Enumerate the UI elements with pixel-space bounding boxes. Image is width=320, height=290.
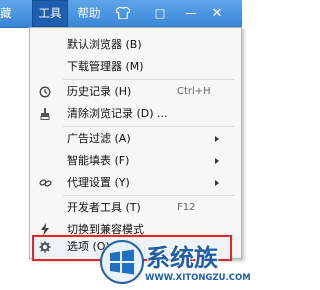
shirt-icon[interactable] <box>113 0 133 27</box>
menu-item-label: 默认浏览器 (B) <box>67 38 142 51</box>
close-icon[interactable]: ✕ <box>207 0 227 27</box>
menu-help[interactable]: 帮助 <box>72 0 106 27</box>
watermark-url: WWW.XITONGZU.COM <box>145 273 251 283</box>
tools-dropdown-menu: 默认浏览器 (B) 下载管理器 (M) 历史记录 (H) Ctrl+H 清除浏览… <box>29 27 242 261</box>
screen: 藏 工具 帮助 □ — ✕ 默认浏览器 (B) 下载管理器 (M) 历史记录 (… <box>0 0 251 290</box>
history-icon <box>37 82 53 102</box>
menu-item-label: 广告过滤 (A) <box>67 132 131 145</box>
menu-item-developer-tools[interactable]: 开发者工具 (T) F12 <box>30 198 241 218</box>
menu-item-ad-filter[interactable]: 广告过滤 (A) <box>30 129 241 149</box>
proxy-icon <box>37 173 53 193</box>
menu-separator <box>63 195 235 196</box>
menu-item-label: 代理设置 (Y) <box>67 176 130 189</box>
menu-item-history[interactable]: 历史记录 (H) Ctrl+H <box>30 82 241 102</box>
menu-item-label: 历史记录 (H) <box>67 85 132 98</box>
minimize-icon[interactable]: — <box>181 0 201 27</box>
menu-tools[interactable]: 工具 <box>32 0 68 27</box>
menu-item-label: 下载管理器 (M) <box>67 60 144 73</box>
menu-item-default-browser[interactable]: 默认浏览器 (B) <box>30 35 241 55</box>
menu-separator <box>63 79 235 80</box>
watermark: 系统族 WWW.XITONGZU.COM <box>98 236 251 290</box>
menu-item-label: 开发者工具 (T) <box>67 201 141 214</box>
menu-item-smart-fill[interactable]: 智能填表 (F) <box>30 151 241 171</box>
watermark-text: 系统族 <box>146 244 218 272</box>
menu-item-download-manager[interactable]: 下载管理器 (M) <box>30 57 241 77</box>
menu-item-shortcut: F12 <box>177 202 196 213</box>
submenu-arrow-icon <box>215 158 219 164</box>
menu-bar: 藏 工具 帮助 □ — ✕ <box>0 0 242 28</box>
menu-item-shortcut: Ctrl+H <box>177 86 211 97</box>
restore-icon[interactable]: □ <box>150 0 170 27</box>
menu-item-proxy-settings[interactable]: 代理设置 (Y) <box>30 173 241 193</box>
submenu-arrow-icon <box>215 180 219 186</box>
submenu-arrow-icon <box>215 136 219 142</box>
windows-logo-icon <box>100 240 144 284</box>
menu-item-label: 智能填表 (F) <box>67 154 130 167</box>
menu-separator <box>63 126 235 127</box>
menu-item-clear-history[interactable]: 清除浏览记录 (D) ... <box>30 104 241 124</box>
clear-icon <box>37 104 53 124</box>
gear-icon <box>37 237 53 257</box>
menu-item-label: 清除浏览记录 (D) ... <box>67 107 168 120</box>
menu-collect[interactable]: 藏 <box>0 0 22 27</box>
